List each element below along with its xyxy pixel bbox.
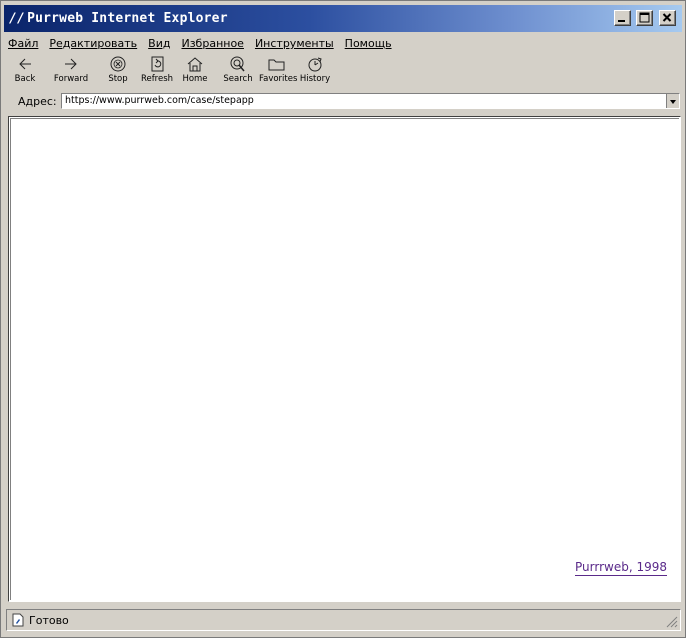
menu-bar: Файл Редактировать Вид Избранное Инструменты… (8, 37, 403, 53)
browser-window: //Purrweb Internet Explorer Файл Редактир… (0, 0, 686, 638)
forward-arrow-icon (65, 58, 77, 70)
history-label: History (299, 74, 331, 84)
close-button[interactable] (659, 10, 676, 26)
stop-label: Stop (108, 74, 128, 84)
close-icon (662, 13, 672, 22)
history-icon (308, 57, 322, 72)
page-viewport: Purrrweb, 1998 (10, 118, 679, 600)
status-text: Готово (29, 614, 69, 627)
refresh-label: Refresh (140, 74, 174, 84)
history-button[interactable]: History (297, 56, 333, 90)
forward-label: Forward (53, 74, 89, 84)
menu-favorites[interactable]: Избранное (181, 37, 243, 50)
refresh-button[interactable]: Refresh (139, 56, 175, 90)
home-button[interactable]: Home (177, 56, 213, 90)
refresh-icon (151, 56, 164, 72)
title-prefix: // (9, 11, 26, 26)
chevron-down-icon (670, 100, 676, 104)
search-label: Search (223, 74, 253, 84)
address-label: Адрес: (18, 95, 57, 108)
minimize-icon (618, 20, 625, 22)
menu-view[interactable]: Вид (148, 37, 170, 50)
stop-icon (110, 56, 126, 72)
back-label: Back (14, 74, 36, 84)
address-url[interactable]: https://www.purrweb.com/case/stepapp (65, 95, 254, 106)
home-label: Home (182, 74, 208, 84)
search-icon (230, 56, 245, 72)
menu-help[interactable]: Помощь (345, 37, 392, 50)
menu-tools[interactable]: Инструменты (255, 37, 334, 50)
window-title: //Purrweb Internet Explorer (9, 11, 228, 26)
back-button[interactable]: Back (7, 56, 43, 90)
favorites-button[interactable]: Favorites (259, 56, 298, 90)
favorites-label: Favorites (259, 74, 298, 84)
forward-button[interactable]: Forward (53, 56, 89, 90)
status-bar: Готово (6, 608, 681, 632)
menu-edit[interactable]: Редактировать (49, 37, 137, 50)
title-label: Purrweb Internet Explorer (27, 11, 228, 26)
credit-link[interactable]: Purrrweb, 1998 (575, 560, 667, 576)
resize-grip-icon[interactable] (666, 616, 678, 628)
maximize-button[interactable] (636, 10, 653, 26)
address-field[interactable]: https://www.purrweb.com/case/stepapp (61, 93, 680, 109)
minimize-button[interactable] (614, 10, 631, 26)
back-arrow-icon (19, 58, 31, 70)
title-bar[interactable]: //Purrweb Internet Explorer (4, 5, 682, 32)
status-panel: Готово (6, 609, 681, 631)
page-icon (12, 613, 24, 627)
stop-button[interactable]: Stop (100, 56, 136, 90)
address-dropdown-button[interactable] (666, 94, 679, 108)
toolbar: Back Forward Stop Refresh Home Search Fa… (7, 56, 427, 92)
search-button[interactable]: Search (220, 56, 256, 90)
favorites-folder-icon (268, 59, 285, 71)
home-icon (187, 57, 203, 72)
page-content: Purrrweb, 1998 (8, 116, 681, 602)
menu-file[interactable]: Файл (8, 37, 38, 50)
maximize-icon (639, 12, 650, 23)
